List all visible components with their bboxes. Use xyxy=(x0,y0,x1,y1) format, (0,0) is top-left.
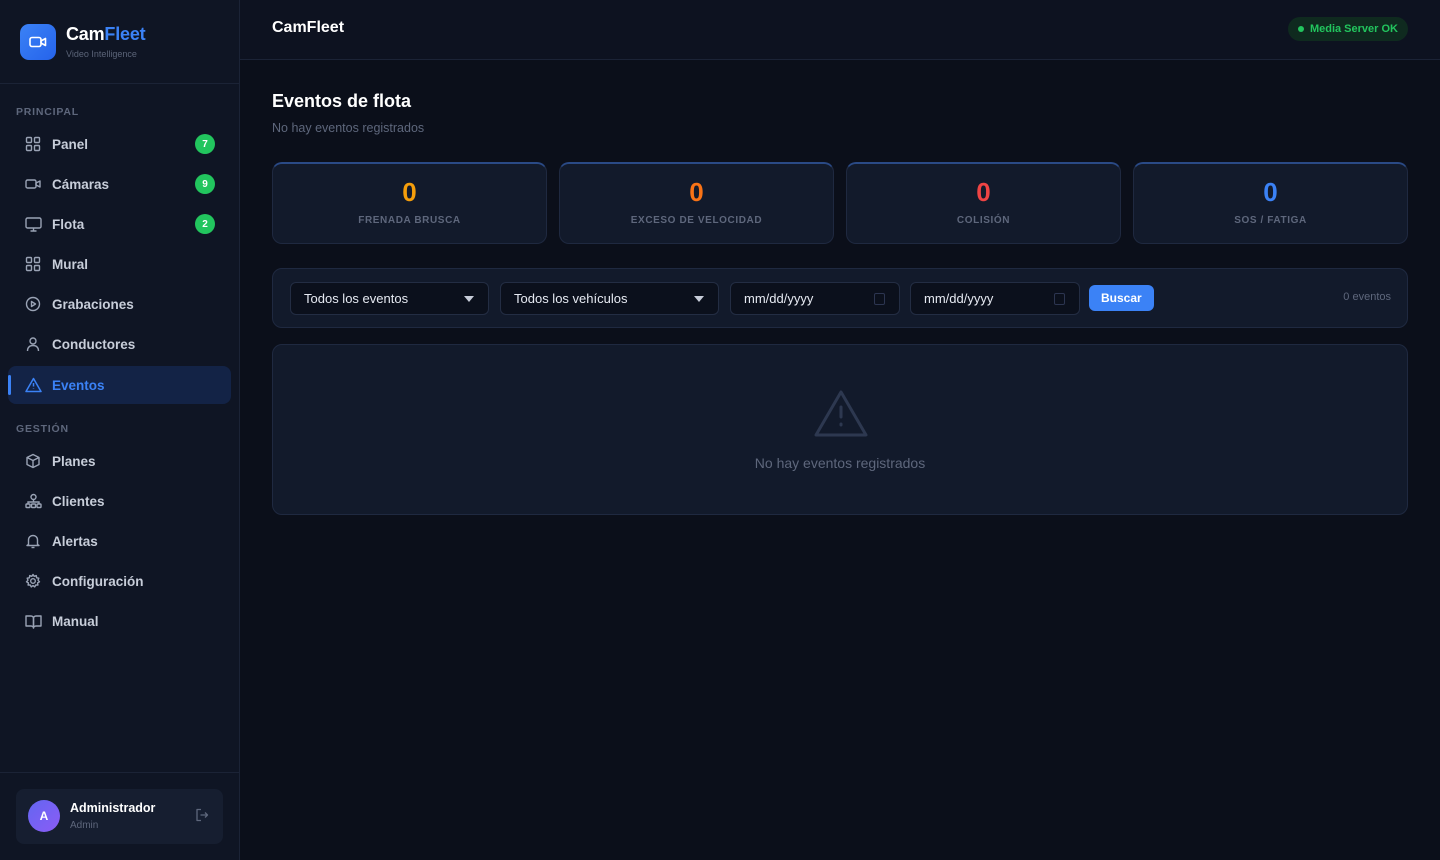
sidebar: CamFleet Video Intelligence PRINCIPAL Pa… xyxy=(0,0,240,860)
brand-name: CamFleet xyxy=(66,24,146,44)
sidebar-item-label: Panel xyxy=(52,136,89,152)
vehicle-select[interactable]: Todos los vehículos xyxy=(500,282,719,315)
sidebar-item-label: Eventos xyxy=(52,377,105,393)
stat-value: 0 xyxy=(1263,177,1278,207)
sidebar-item-panel[interactable]: Panel 7 xyxy=(8,125,231,163)
date-to-placeholder: mm/dd/yyyy xyxy=(924,291,994,306)
count-badge: 7 xyxy=(195,134,215,154)
sidebar-item-mural[interactable]: Mural xyxy=(8,245,231,283)
section-label-principal: PRINCIPAL xyxy=(16,106,80,118)
book-icon xyxy=(24,612,42,630)
sidebar-item-grabaciones[interactable]: Grabaciones xyxy=(8,285,231,323)
calendar-icon[interactable] xyxy=(874,293,885,305)
grid-icon xyxy=(24,135,42,153)
date-from-placeholder: mm/dd/yyyy xyxy=(744,291,814,306)
monitor-icon xyxy=(24,215,42,233)
sidebar-item-label: Configuración xyxy=(52,573,144,589)
topbar: CamFleet Media Server OK xyxy=(240,0,1440,60)
brand-subtitle: Video Intelligence xyxy=(66,49,137,59)
sidebar-item-label: Manual xyxy=(52,613,99,629)
search-button[interactable]: Buscar xyxy=(1089,285,1154,311)
empty-state-panel: No hay eventos registrados xyxy=(272,344,1408,515)
count-badge: 2 xyxy=(195,214,215,234)
count-badge: 9 xyxy=(195,174,215,194)
sidebar-item-label: Alertas xyxy=(52,533,98,549)
stat-label: EXCESO DE VELOCIDAD xyxy=(630,215,763,226)
sidebar-item-planes[interactable]: Planes xyxy=(8,442,231,480)
stat-card-frenada-brusca: 0 FRENADA BRUSCA xyxy=(272,162,547,244)
logout-icon[interactable] xyxy=(195,808,211,824)
vehicle-value: Todos los vehículos xyxy=(514,291,628,306)
section-label-gestion: GESTIÓN xyxy=(16,423,69,435)
event-type-select[interactable]: Todos los eventos xyxy=(290,282,489,315)
chevron-down-icon xyxy=(464,296,474,302)
video-camera-icon xyxy=(20,23,56,60)
sidebar-item-conductores[interactable]: Conductores xyxy=(8,325,231,363)
sidebar-item-label: Grabaciones xyxy=(52,296,134,312)
sidebar-item-camaras[interactable]: Cámaras 9 xyxy=(8,165,231,203)
sidebar-item-eventos[interactable]: Eventos xyxy=(8,366,231,404)
user-role: Admin xyxy=(70,820,99,831)
event-count: 0 eventos xyxy=(1343,291,1391,303)
stat-card-sos-fatiga: 0 SOS / FATIGA xyxy=(1133,162,1408,244)
sidebar-item-clientes[interactable]: Clientes xyxy=(8,482,231,520)
user-icon xyxy=(24,335,42,353)
page-title: Eventos de flota xyxy=(272,91,412,111)
sidebar-item-label: Planes xyxy=(52,453,96,469)
warning-triangle-icon xyxy=(813,389,869,439)
gear-icon xyxy=(24,572,42,590)
date-to-input[interactable]: mm/dd/yyyy xyxy=(910,282,1080,315)
grid-icon xyxy=(24,255,42,273)
stat-value: 0 xyxy=(402,177,417,207)
stat-card-colision: 0 COLISIÓN xyxy=(846,162,1121,244)
date-from-input[interactable]: mm/dd/yyyy xyxy=(730,282,900,315)
network-icon xyxy=(24,492,42,510)
filter-bar: Todos los eventos Todos los vehículos mm… xyxy=(272,268,1408,328)
sidebar-item-manual[interactable]: Manual xyxy=(8,602,231,640)
stat-label: COLISIÓN xyxy=(956,215,1011,226)
user-area: A Administrador Admin xyxy=(0,772,239,860)
stat-value: 0 xyxy=(689,177,704,207)
sidebar-item-label: Mural xyxy=(52,256,89,272)
chevron-down-icon xyxy=(694,296,704,302)
video-camera-icon xyxy=(24,175,42,193)
user-name: Administrador xyxy=(70,801,156,815)
page-subtitle: No hay eventos registrados xyxy=(272,121,425,135)
stat-card-exceso-velocidad: 0 EXCESO DE VELOCIDAD xyxy=(559,162,834,244)
status-badge: Media Server OK xyxy=(1287,17,1408,41)
avatar: A xyxy=(28,800,60,832)
sidebar-item-label: Clientes xyxy=(52,493,105,509)
sidebar-item-label: Conductores xyxy=(52,336,136,352)
topbar-title: CamFleet xyxy=(272,19,345,36)
calendar-icon[interactable] xyxy=(1054,293,1065,305)
sidebar-item-label: Cámaras xyxy=(52,176,110,192)
sidebar-item-configuracion[interactable]: Configuración xyxy=(8,562,231,600)
empty-state-message: No hay eventos registrados xyxy=(754,455,926,471)
brand[interactable]: CamFleet Video Intelligence xyxy=(0,0,239,84)
stat-label: FRENADA BRUSCA xyxy=(358,215,461,226)
event-type-value: Todos los eventos xyxy=(304,291,409,306)
stat-label: SOS / FATIGA xyxy=(1234,215,1307,226)
user-card[interactable]: A Administrador Admin xyxy=(16,789,223,844)
sidebar-item-flota[interactable]: Flota 2 xyxy=(8,205,231,243)
warning-triangle-icon xyxy=(24,376,42,394)
stat-value: 0 xyxy=(976,177,991,207)
package-icon xyxy=(24,452,42,470)
sidebar-item-label: Flota xyxy=(52,216,85,232)
play-circle-icon xyxy=(24,295,42,313)
sidebar-item-alertas[interactable]: Alertas xyxy=(8,522,231,560)
bell-icon xyxy=(24,532,42,550)
